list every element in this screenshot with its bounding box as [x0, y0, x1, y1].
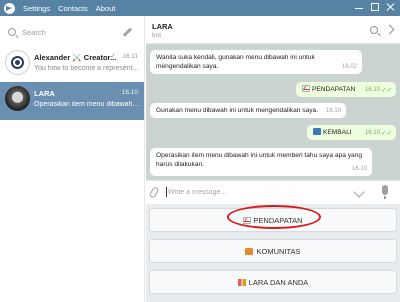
message-time: 16.10 [325, 108, 341, 114]
button-label: LARA DAN ANDA [248, 277, 309, 287]
chevron-right-icon[interactable] [384, 24, 395, 35]
avatar [5, 86, 30, 111]
message-incoming: Wanita suka kendali, gunakan menu dibawa… [150, 50, 362, 74]
message-text: Wanita suka kendali, gunakan menu dibawa… [156, 54, 315, 70]
message-text: Gunakan menu dibawah ini untuk mengendal… [156, 107, 319, 114]
chat-time: 16.10 [121, 89, 138, 96]
couple-icon [237, 278, 246, 286]
message-incoming: Operasikan item menu dibawah ini untuk m… [150, 148, 372, 176]
chat-status: bot [152, 32, 162, 39]
chat-preview: Operasikan item menu dibawah ini u... [34, 101, 140, 108]
message-time: 16.10 [364, 130, 380, 136]
chart-icon [243, 216, 252, 224]
menu-settings[interactable]: Settings [23, 4, 50, 13]
chat-header: LARA bot [146, 16, 400, 44]
message-incoming: Gunakan menu dibawah ini untuk mengendal… [150, 103, 346, 118]
search-icon[interactable] [370, 26, 378, 34]
search-icon [8, 28, 16, 36]
search-input[interactable] [22, 27, 122, 37]
button-label: KOMUNITAS [256, 246, 301, 256]
menu-contacts[interactable]: Contacts [58, 4, 88, 13]
lara-dan-anda-button[interactable]: LARA DAN ANDA [149, 270, 397, 294]
chat-list-item-lara[interactable]: LARA 16.10 Operasikan item menu dibawah … [0, 82, 144, 120]
chat-name: LARA [34, 89, 55, 98]
message-outgoing: PENDAPATAN 16.10 ✓✓ [296, 82, 396, 97]
message-text: KEMBALI [323, 129, 352, 136]
message-text: Operasikan item menu dibawah ini untuk m… [156, 152, 362, 168]
bot-keyboard: PENDAPATAN KOMUNITAS LARA DAN ANDA [146, 204, 400, 302]
avatar [5, 50, 30, 75]
microphone-icon[interactable] [382, 185, 388, 199]
message-outgoing: KEMBALI 16.10 ✓✓ [307, 125, 396, 140]
title-bar: Settings Contacts About [0, 0, 400, 16]
message-input[interactable] [168, 186, 348, 198]
chat-list-panel: Alexander ⚔️ Creator... ✓ 16.11 You how … [0, 16, 145, 302]
message-history[interactable]: Wanita suka kendali, gunakan menu dibawa… [146, 44, 400, 180]
paperclip-icon[interactable] [148, 186, 160, 199]
telegram-logo-icon [4, 2, 15, 14]
community-icon [245, 247, 254, 255]
button-label: PENDAPATAN [253, 215, 303, 225]
menu-about[interactable]: About [96, 4, 116, 13]
maximize-icon[interactable] [370, 2, 380, 12]
pendapatan-button[interactable]: PENDAPATAN [149, 208, 397, 232]
back-arrow-icon [313, 128, 321, 135]
komunitas-button[interactable]: KOMUNITAS [149, 239, 397, 263]
chat-title[interactable]: LARA [152, 22, 173, 31]
message-time: 16.10 [364, 87, 380, 93]
search-box[interactable] [4, 24, 126, 40]
chat-preview: You how to become a represent... [34, 65, 139, 72]
chat-time: 16.11 [122, 53, 138, 60]
chart-icon [302, 85, 310, 92]
chat-name: Alexander ⚔️ Creator... [34, 53, 117, 62]
message-time: 16.10 [351, 166, 367, 172]
compose-pencil-icon[interactable] [123, 28, 131, 36]
double-check-icon: ✓✓ [381, 130, 392, 137]
window-controls [354, 2, 396, 12]
minimize-icon[interactable] [354, 2, 364, 12]
close-icon[interactable] [386, 2, 396, 12]
keyboard-toggle-icon[interactable] [353, 186, 365, 198]
message-time: 16.02 [341, 64, 357, 70]
read-check-icon: ✓ [110, 53, 116, 60]
message-composer [146, 180, 400, 204]
double-check-icon: ✓✓ [381, 87, 392, 94]
message-text: PENDAPATAN [312, 86, 356, 93]
chat-list-item-alexander[interactable]: Alexander ⚔️ Creator... ✓ 16.11 You how … [0, 46, 144, 84]
text-caret [166, 187, 167, 197]
